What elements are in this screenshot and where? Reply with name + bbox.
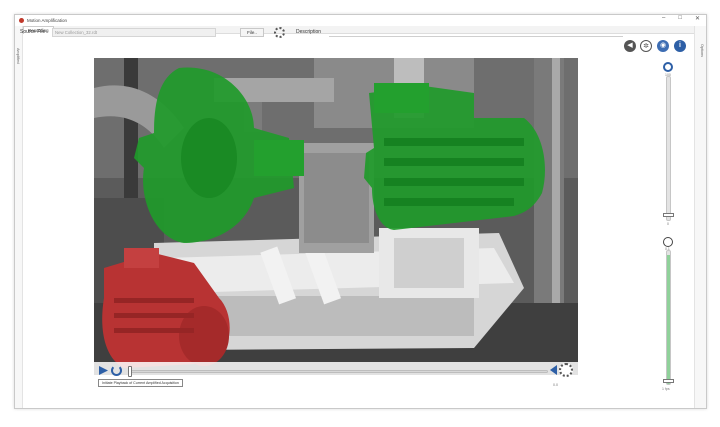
play-tooltip: Initiate Playback of Current Amplified A… — [98, 379, 183, 387]
settings-icon[interactable]: ✲ — [640, 40, 652, 52]
timeline-track[interactable] — [130, 370, 548, 373]
window-title: Motion Amplification — [27, 18, 68, 23]
playback-settings-icon[interactable] — [559, 363, 573, 377]
description-label: Description — [296, 29, 322, 35]
play-icon[interactable] — [98, 365, 109, 376]
zoom-icon[interactable] — [663, 62, 673, 72]
speed-bottom-label: 1 fps — [662, 387, 670, 391]
loop-icon[interactable] — [111, 365, 122, 376]
right-side-panel[interactable]: Options — [694, 26, 706, 408]
close-button[interactable]: ✕ — [695, 15, 700, 22]
app-logo-icon — [19, 18, 24, 23]
globe-icon[interactable]: ◉ — [657, 40, 669, 52]
description-field[interactable] — [329, 28, 623, 37]
left-panel-label: Amplified — [16, 48, 20, 64]
speed-slider-handle[interactable] — [663, 379, 674, 383]
equipment-image — [94, 58, 578, 375]
file-button[interactable]: File.. — [240, 28, 264, 37]
speed-slider-fill — [667, 255, 670, 384]
speed-slider[interactable] — [666, 250, 671, 385]
info-icon[interactable]: i — [674, 40, 686, 52]
video-viewport[interactable] — [94, 58, 578, 375]
source-file-field[interactable]: New Collection_32.rdt — [52, 28, 216, 37]
right-panel-label: Options — [700, 44, 704, 58]
source-row: Source File New Collection_32.rdt File..… — [20, 27, 670, 38]
clock-icon[interactable] — [663, 237, 673, 247]
zoom-slider-handle[interactable] — [663, 213, 674, 217]
left-side-panel[interactable]: Amplified — [15, 26, 23, 408]
source-file-label: Source File — [20, 29, 46, 35]
gear-icon[interactable] — [274, 27, 285, 38]
zoom-slider[interactable] — [666, 76, 671, 221]
title-bar: Motion Amplification – □ ✕ — [15, 15, 706, 26]
timeline-handle[interactable] — [128, 366, 132, 377]
timeline-end-marker[interactable] — [550, 365, 557, 375]
maximize-button[interactable]: □ — [678, 15, 682, 22]
timeline-max-label: 0.0 — [553, 383, 558, 387]
back-icon[interactable]: ◀ — [624, 40, 636, 52]
zoom-bottom-label: 0 — [667, 222, 669, 226]
minimize-button[interactable]: – — [662, 15, 665, 22]
window-controls: – □ ✕ — [662, 15, 700, 22]
